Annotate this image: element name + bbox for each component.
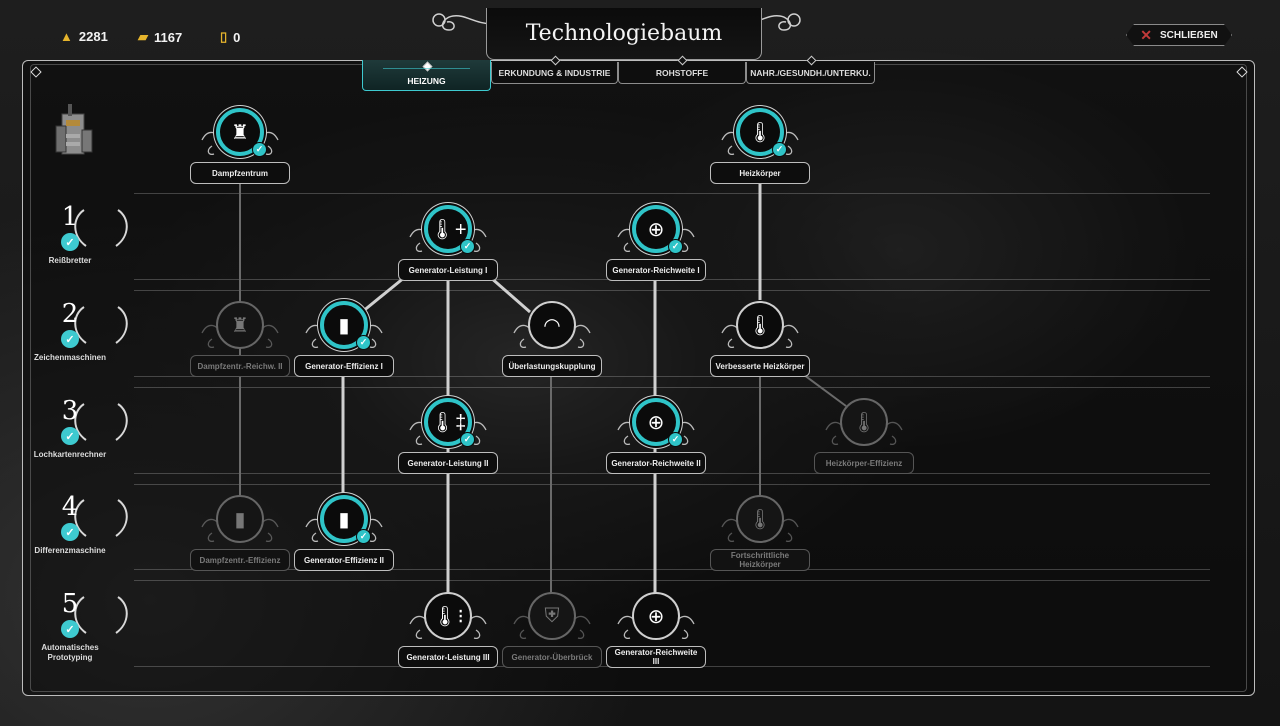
tab-rohstoffe[interactable]: ROHSTOFFE bbox=[618, 55, 746, 84]
researched-check-icon: ✓ bbox=[252, 142, 267, 157]
tier-2: 2 ✓ Zeichenmaschinen bbox=[30, 299, 128, 363]
tier-separator bbox=[134, 290, 1210, 291]
tech-node-gen-leistung-3[interactable]: 🌡⁝ Generator-Leistung III bbox=[398, 590, 498, 670]
tier-complete-icon: ✓ bbox=[61, 427, 79, 445]
researched-check-icon: ✓ bbox=[460, 239, 475, 254]
tech-node-label: Generator-Reichweite III bbox=[606, 646, 706, 668]
tier-complete-icon: ✓ bbox=[61, 523, 79, 541]
tech-node-ueberlastung[interactable]: ◠ Überlastungskupplung bbox=[502, 299, 602, 379]
tech-node-label: Generator-Leistung I bbox=[398, 259, 498, 281]
tech-node-label: Generator-Leistung II bbox=[398, 452, 498, 474]
tab-heizung[interactable]: HEIZUNG bbox=[362, 60, 491, 91]
core-resource-icon: ▯ bbox=[220, 29, 228, 44]
close-icon: ✕ bbox=[1140, 26, 1152, 43]
tech-node-label: Generator-Effizienz II bbox=[294, 549, 394, 571]
resource-bars: ▰ 1167 bbox=[138, 29, 183, 45]
tech-node-dampfz-reichw-2[interactable]: ♜ Dampfzentr.-Reichw. II bbox=[190, 299, 290, 379]
page-title: Technologiebaum bbox=[525, 21, 723, 46]
tech-node-fort-heizkoerper[interactable]: 🌡 Fortschrittliche Heizkörper bbox=[710, 493, 810, 573]
tab-erkundung-industrie[interactable]: ERKUNDUNG & INDUSTRIE bbox=[491, 55, 618, 84]
close-button[interactable]: ✕ SCHLIEẞEN bbox=[1126, 24, 1232, 46]
researched-check-icon: ✓ bbox=[772, 142, 787, 157]
tech-node-label: Generator-Überbrück bbox=[502, 646, 602, 668]
gauge-icon: ◠ bbox=[528, 301, 576, 349]
researched-check-icon: ✓ bbox=[668, 239, 683, 254]
tech-node-gen-effizienz-1[interactable]: ▮ ✓ Generator-Effizienz I bbox=[294, 299, 394, 379]
steam-hub-building-icon bbox=[55, 104, 93, 155]
researched-check-icon: ✓ bbox=[356, 529, 371, 544]
tech-node-label: Fortschrittliche Heizkörper bbox=[710, 549, 810, 571]
tech-node-gen-leistung-2[interactable]: 🌡‡ ✓ Generator-Leistung II bbox=[398, 396, 498, 476]
title-plate: Technologiebaum bbox=[486, 8, 762, 60]
heater-efficiency-icon: 🌡 bbox=[840, 398, 888, 446]
tier-complete-icon: ✓ bbox=[61, 330, 79, 348]
shield-icon: ⛨ bbox=[528, 592, 576, 640]
tech-node-dampfzentrum[interactable]: ♜ ✓ Dampfzentrum bbox=[190, 106, 290, 186]
tech-node-label: Dampfzentr.-Reichw. II bbox=[190, 355, 290, 377]
researched-check-icon: ✓ bbox=[668, 432, 683, 447]
tech-node-label: Dampfzentr.-Effizienz bbox=[190, 549, 290, 571]
tech-node-label: Verbesserte Heizkörper bbox=[710, 355, 810, 377]
gold-resource-icon: ▲ bbox=[60, 29, 73, 44]
tech-node-label: Generator-Reichweite II bbox=[606, 452, 706, 474]
resource-cores: ▯ 0 bbox=[220, 29, 241, 45]
tech-node-label: Generator-Effizienz I bbox=[294, 355, 394, 377]
tech-node-gen-effizienz-2[interactable]: ▮ ✓ Generator-Effizienz II bbox=[294, 493, 394, 573]
thermometer-triple-plus-icon: 🌡⁝ bbox=[424, 592, 472, 640]
tier-separator bbox=[134, 387, 1210, 388]
tech-node-gen-leistung-1[interactable]: 🌡+ ✓ Generator-Leistung I bbox=[398, 203, 498, 283]
tech-node-label: Dampfzentrum bbox=[190, 162, 290, 184]
tier-3: 3 ✓ Lochkartenrechner bbox=[30, 396, 128, 460]
tech-node-gen-reichweite-3[interactable]: ⊕ Generator-Reichweite III bbox=[606, 590, 706, 670]
tech-node-dampfz-effizienz[interactable]: ▮ Dampfzentr.-Effizienz bbox=[190, 493, 290, 573]
tech-node-heizkoerper[interactable]: 🌡 ✓ Heizkörper bbox=[710, 106, 810, 186]
tech-node-gen-reichweite-1[interactable]: ⊕ ✓ Generator-Reichweite I bbox=[606, 203, 706, 283]
tier-5: 5 ✓ Automatisches Prototyping bbox=[30, 589, 128, 663]
tech-node-gen-ueberbrueck[interactable]: ⛨ Generator-Überbrück bbox=[502, 590, 602, 670]
range-icon: ⊕ bbox=[632, 592, 680, 640]
researched-check-icon: ✓ bbox=[356, 335, 371, 350]
tech-node-verb-heizkoerper[interactable]: 🌡 Verbesserte Heizkörper bbox=[710, 299, 810, 379]
heater-advanced-icon: 🌡 bbox=[736, 495, 784, 543]
tech-node-label: Überlastungskupplung bbox=[502, 355, 602, 377]
tech-node-label: Generator-Reichweite I bbox=[606, 259, 706, 281]
tech-node-heizk-effizienz[interactable]: 🌡 Heizkörper-Effizienz bbox=[814, 396, 914, 476]
tech-node-gen-reichweite-2[interactable]: ⊕ ✓ Generator-Reichweite II bbox=[606, 396, 706, 476]
tier-complete-icon: ✓ bbox=[61, 233, 79, 251]
tab-underline bbox=[383, 68, 470, 69]
researched-check-icon: ✓ bbox=[460, 432, 475, 447]
tab-pip-icon bbox=[422, 61, 432, 72]
tech-node-label: Heizkörper-Effizienz bbox=[814, 452, 914, 474]
steam-hub-efficiency-icon: ▮ bbox=[216, 495, 264, 543]
tier-separator bbox=[134, 580, 1210, 581]
tab-nahrung-gesundheit-unterkunft[interactable]: NAHR./GESUNDH./UNTERKU. bbox=[746, 55, 875, 84]
tier-separator bbox=[134, 484, 1210, 485]
tab-pip-icon bbox=[806, 55, 816, 66]
left-ornament-icon bbox=[432, 13, 494, 31]
tier-separator bbox=[134, 193, 1210, 194]
tier-1: 1 ✓ Reißbretter bbox=[30, 202, 128, 266]
heater-plus-icon: 🌡 bbox=[736, 301, 784, 349]
tier-complete-icon: ✓ bbox=[61, 620, 79, 638]
tier-4: 4 ✓ Differenzmaschine bbox=[30, 492, 128, 556]
bar-resource-icon: ▰ bbox=[138, 29, 148, 44]
resource-gold: ▲ 2281 bbox=[60, 29, 108, 44]
steam-hub-range-icon: ♜ bbox=[216, 301, 264, 349]
tech-node-label: Generator-Leistung III bbox=[398, 646, 498, 668]
tech-node-label: Heizkörper bbox=[710, 162, 810, 184]
